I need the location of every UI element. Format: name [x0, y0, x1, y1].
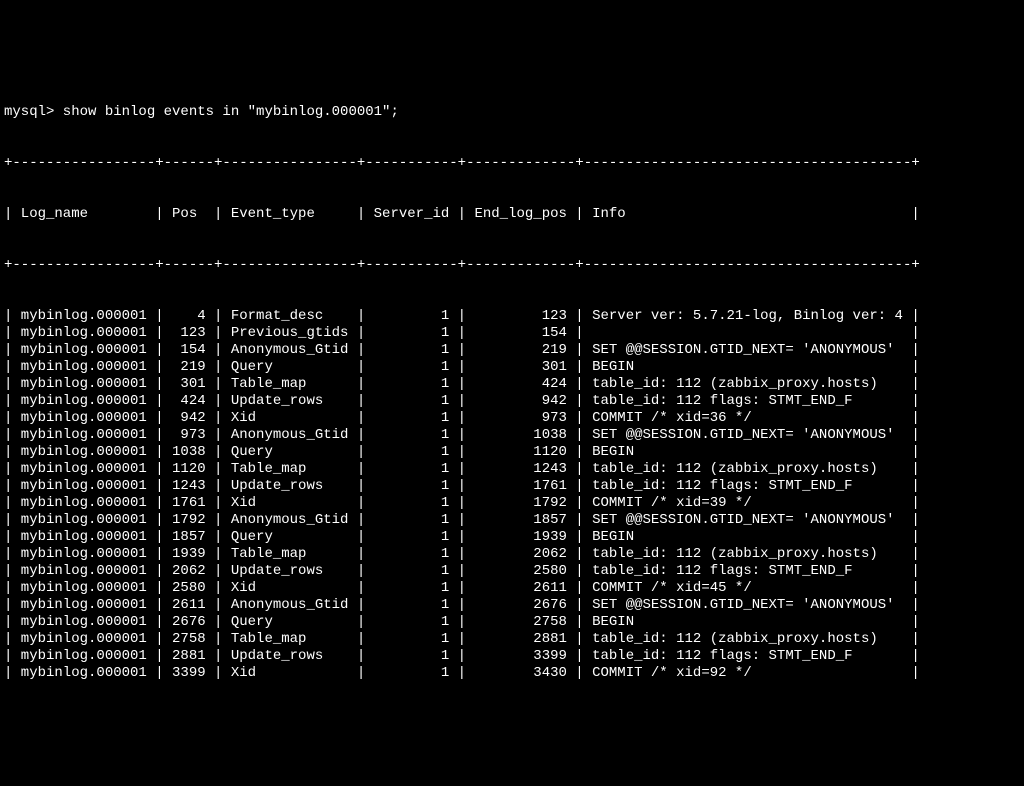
table-row: | mybinlog.000001 | 1857 | Query | 1 | 1… [4, 529, 1020, 546]
table-row: | mybinlog.000001 | 1120 | Table_map | 1… [4, 461, 1020, 478]
table-row: | mybinlog.000001 | 123 | Previous_gtids… [4, 325, 1020, 342]
table-header-row: | Log_name | Pos | Event_type | Server_i… [4, 206, 1020, 223]
table-row: | mybinlog.000001 | 942 | Xid | 1 | 973 … [4, 410, 1020, 427]
table-row: | mybinlog.000001 | 2676 | Query | 1 | 2… [4, 614, 1020, 631]
table-row: | mybinlog.000001 | 2881 | Update_rows |… [4, 648, 1020, 665]
table-row: | mybinlog.000001 | 4 | Format_desc | 1 … [4, 308, 1020, 325]
table-row: | mybinlog.000001 | 1243 | Update_rows |… [4, 478, 1020, 495]
table-row: | mybinlog.000001 | 301 | Table_map | 1 … [4, 376, 1020, 393]
table-row: | mybinlog.000001 | 424 | Update_rows | … [4, 393, 1020, 410]
table-row: | mybinlog.000001 | 3399 | Xid | 1 | 343… [4, 665, 1020, 682]
table-body: | mybinlog.000001 | 4 | Format_desc | 1 … [4, 308, 1020, 682]
table-row: | mybinlog.000001 | 2611 | Anonymous_Gti… [4, 597, 1020, 614]
table-row: | mybinlog.000001 | 973 | Anonymous_Gtid… [4, 427, 1020, 444]
table-row: | mybinlog.000001 | 1761 | Xid | 1 | 179… [4, 495, 1020, 512]
terminal-output: mysql> show binlog events in "mybinlog.0… [4, 70, 1020, 699]
table-row: | mybinlog.000001 | 2758 | Table_map | 1… [4, 631, 1020, 648]
table-row: | mybinlog.000001 | 2580 | Xid | 1 | 261… [4, 580, 1020, 597]
table-row: | mybinlog.000001 | 219 | Query | 1 | 30… [4, 359, 1020, 376]
table-row: | mybinlog.000001 | 1038 | Query | 1 | 1… [4, 444, 1020, 461]
table-row: | mybinlog.000001 | 154 | Anonymous_Gtid… [4, 342, 1020, 359]
table-border-top: +-----------------+------+--------------… [4, 155, 1020, 172]
table-row: | mybinlog.000001 | 1792 | Anonymous_Gti… [4, 512, 1020, 529]
table-row: | mybinlog.000001 | 1939 | Table_map | 1… [4, 546, 1020, 563]
table-border-header: +-----------------+------+--------------… [4, 257, 1020, 274]
table-row: | mybinlog.000001 | 2062 | Update_rows |… [4, 563, 1020, 580]
mysql-prompt-line[interactable]: mysql> show binlog events in "mybinlog.0… [4, 104, 1020, 121]
